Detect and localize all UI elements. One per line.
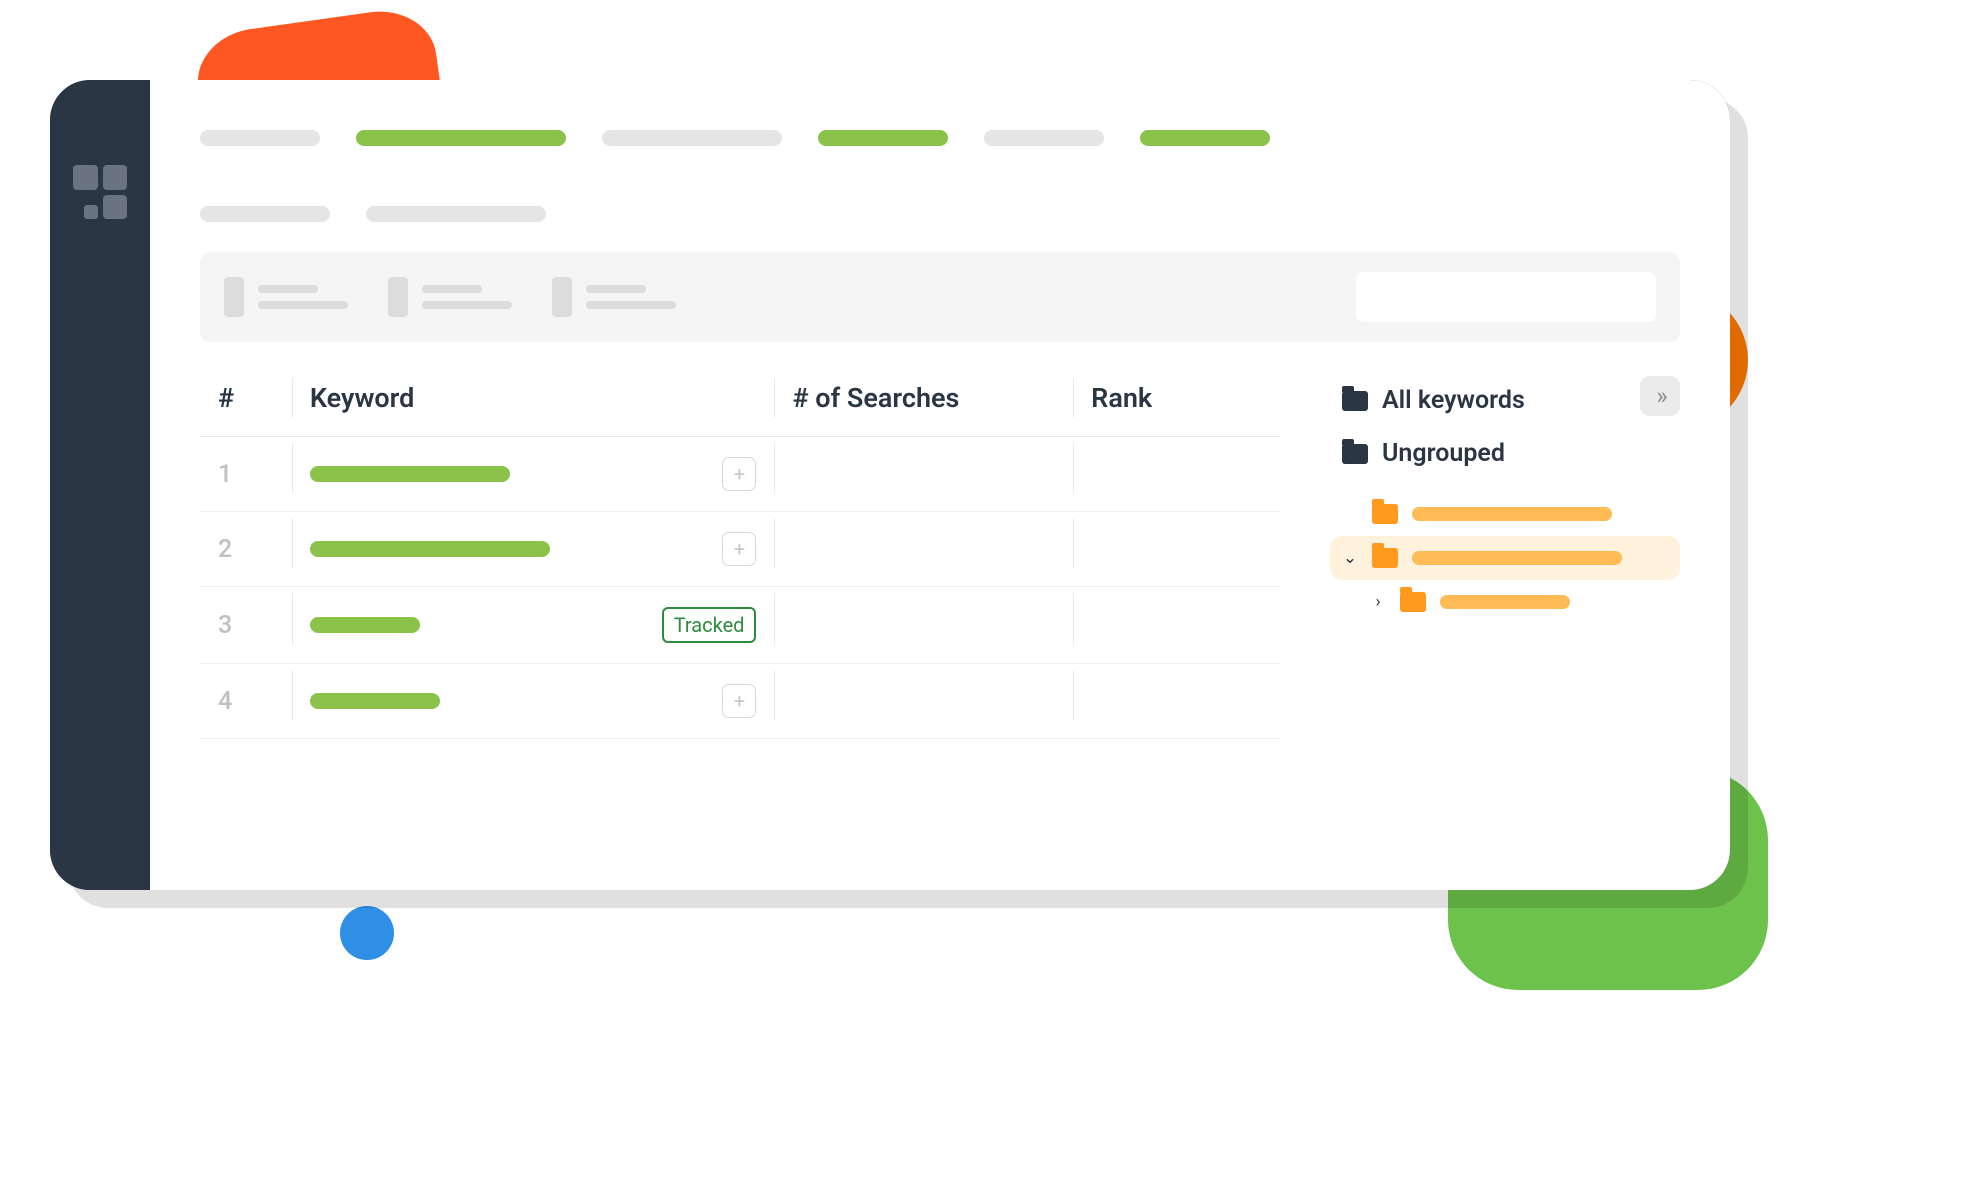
sidebar <box>50 80 150 890</box>
keyword-table: # Keyword # of Searches Rank 1 + <box>200 372 1280 739</box>
col-header-searches[interactable]: # of Searches <box>774 372 1073 437</box>
search-input[interactable] <box>1356 272 1656 322</box>
expand-panel-button[interactable]: » <box>1640 376 1680 416</box>
row-num: 2 <box>200 512 292 587</box>
folder-icon <box>1342 444 1368 464</box>
folder-label: Ungrouped <box>1382 439 1505 468</box>
col-header-num[interactable]: # <box>200 372 292 437</box>
table-row[interactable]: 2 + <box>200 512 1280 587</box>
add-keyword-button[interactable]: + <box>722 457 756 491</box>
add-keyword-button[interactable]: + <box>722 684 756 718</box>
tracked-badge: Tracked <box>662 607 757 643</box>
row-num: 1 <box>200 437 292 512</box>
row-num: 4 <box>200 664 292 739</box>
nav-placeholder <box>200 130 320 146</box>
nav-placeholder <box>200 206 330 222</box>
toolbar-item[interactable] <box>552 277 676 317</box>
nav-placeholder-active <box>356 130 566 146</box>
folder-icon <box>1372 548 1398 568</box>
content-area: # Keyword # of Searches Rank 1 + <box>150 80 1730 890</box>
folder-icon <box>1400 592 1426 612</box>
folder-item-selected[interactable]: ⌄ <box>1330 536 1680 580</box>
add-keyword-button[interactable]: + <box>722 532 756 566</box>
toolbar <box>200 252 1680 342</box>
folder-label-placeholder <box>1412 507 1612 521</box>
table-row[interactable]: 1 + <box>200 437 1280 512</box>
table-row[interactable]: 4 + <box>200 664 1280 739</box>
nav-placeholder <box>602 130 782 146</box>
chevron-right-icon: › <box>1370 592 1386 612</box>
row-num: 3 <box>200 587 292 664</box>
keyword-placeholder <box>310 541 550 557</box>
folder-all-keywords[interactable]: All keywords <box>1330 374 1680 427</box>
keyword-placeholder <box>310 617 420 633</box>
dashboard-icon[interactable] <box>73 165 127 219</box>
table-row[interactable]: 3 Tracked <box>200 587 1280 664</box>
top-nav-placeholders <box>200 130 1300 222</box>
keyword-placeholder <box>310 693 440 709</box>
nav-placeholder <box>984 130 1104 146</box>
folder-label: All keywords <box>1382 386 1525 415</box>
folder-label-placeholder <box>1440 595 1570 609</box>
folder-label-placeholder <box>1412 551 1622 565</box>
keyword-placeholder <box>310 466 510 482</box>
toolbar-item[interactable] <box>224 277 348 317</box>
col-header-rank[interactable]: Rank <box>1073 372 1280 437</box>
col-header-keyword[interactable]: Keyword <box>292 372 775 437</box>
folder-item[interactable] <box>1330 492 1680 536</box>
folder-ungrouped[interactable]: Ungrouped <box>1330 427 1680 480</box>
folder-icon <box>1372 504 1398 524</box>
nav-placeholder <box>366 206 546 222</box>
toolbar-item[interactable] <box>388 277 512 317</box>
app-window: # Keyword # of Searches Rank 1 + <box>50 80 1730 890</box>
nav-placeholder-active <box>818 130 948 146</box>
chevron-double-right-icon: » <box>1656 382 1663 410</box>
chevron-down-icon: ⌄ <box>1342 548 1358 568</box>
decor-blue-dot <box>340 906 394 960</box>
folder-icon <box>1342 391 1368 411</box>
folder-panel: All keywords » Ungrouped ⌄ <box>1330 372 1680 739</box>
nav-placeholder-active <box>1140 130 1270 146</box>
folder-subitem[interactable]: › <box>1330 580 1680 624</box>
